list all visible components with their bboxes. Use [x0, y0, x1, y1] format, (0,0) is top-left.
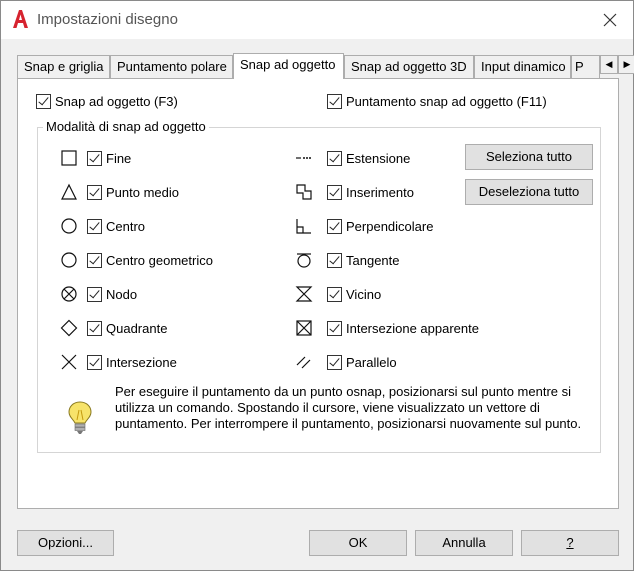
tab-label: Snap ad oggetto — [240, 57, 336, 72]
tab-label: Snap ad oggetto 3D — [351, 59, 467, 74]
mode-label: Perpendicolare — [346, 218, 434, 234]
tab-overflow[interactable]: P — [571, 55, 600, 78]
endpoint-square-icon — [61, 150, 77, 166]
mode-label: Tangente — [346, 252, 400, 268]
clear-all-button[interactable]: Deseleziona tutto — [465, 179, 593, 205]
checkbox-checked — [327, 93, 342, 109]
checkbox-checked — [327, 218, 342, 234]
quadrant-checkbox[interactable]: Quadrante — [87, 318, 167, 338]
mode-label: Intersezione apparente — [346, 320, 479, 336]
midpoint-checkbox[interactable]: Punto medio — [87, 182, 179, 202]
drawing-settings-dialog: Impostazioni disegno Snap e griglia Punt… — [0, 0, 634, 571]
snap-on-checkbox[interactable]: Snap ad oggetto (F3) — [36, 91, 178, 111]
tangent-checkbox[interactable]: Tangente — [327, 250, 400, 270]
autocad-a-icon — [13, 10, 28, 28]
options-button[interactable]: Opzioni... — [17, 530, 114, 556]
checkbox-checked — [87, 218, 102, 234]
center-circle-icon — [61, 218, 77, 234]
help-button[interactable]: ? — [521, 530, 619, 556]
ok-button[interactable]: OK — [309, 530, 407, 556]
mode-label: Centro geometrico — [106, 252, 213, 268]
checkbox-checked — [327, 354, 342, 370]
lightbulb-icon — [68, 401, 92, 434]
object-snap-panel: Snap ad oggetto (F3) Puntamento snap ad … — [17, 78, 619, 509]
close-icon[interactable] — [599, 9, 621, 31]
mode-label: Quadrante — [106, 320, 168, 336]
tracking-on-label: Puntamento snap ad oggetto (F11) — [346, 93, 547, 109]
insertion-icon — [296, 184, 312, 200]
checkbox-checked — [87, 354, 102, 370]
checkbox-checked — [36, 93, 51, 109]
node-icon — [61, 286, 77, 302]
mode-label: Parallelo — [346, 354, 397, 370]
checkbox-checked — [87, 184, 102, 200]
checkbox-checked — [327, 150, 342, 166]
checkbox-checked — [327, 184, 342, 200]
tab-scroll-left-icon[interactable]: ◀ — [600, 55, 618, 74]
parallel-icon — [296, 356, 311, 369]
snap-on-label: Snap ad oggetto (F3) — [55, 93, 178, 109]
perpendicular-checkbox[interactable]: Perpendicolare — [327, 216, 433, 236]
tab-snap-grid[interactable]: Snap e griglia — [17, 55, 110, 78]
center-checkbox[interactable]: Centro — [87, 216, 145, 236]
checkbox-checked — [327, 252, 342, 268]
tab-label: Input dinamico — [481, 59, 566, 74]
checkbox-checked — [87, 286, 102, 302]
tab-scroll-right-icon[interactable]: ▶ — [618, 55, 634, 74]
tab-object-snap[interactable]: Snap ad oggetto — [233, 53, 344, 79]
info-text: Per eseguire il puntamento da un punto o… — [115, 384, 582, 431]
checkbox-checked — [87, 320, 102, 336]
insertion-checkbox[interactable]: Inserimento — [327, 182, 414, 202]
endpoint-checkbox[interactable]: Fine — [87, 148, 131, 168]
tab-scroll: ◀ ▶ — [600, 55, 634, 74]
tab-3d-object-snap[interactable]: Snap ad oggetto 3D — [344, 55, 474, 78]
tab-dynamic-input[interactable]: Input dinamico — [474, 55, 571, 78]
apparent-intersection-checkbox[interactable]: Intersezione apparente — [327, 318, 479, 338]
title-bar: Impostazioni disegno — [1, 1, 633, 39]
mode-label: Fine — [106, 150, 132, 166]
select-all-button[interactable]: Seleziona tutto — [465, 144, 593, 170]
tab-strip: Snap e griglia Puntamento polare Snap ad… — [17, 53, 634, 79]
nearest-checkbox[interactable]: Vicino — [327, 284, 381, 304]
intersection-x-icon — [61, 354, 77, 370]
quadrant-diamond-icon — [60, 319, 78, 337]
mode-label: Punto medio — [106, 184, 179, 200]
checkbox-checked — [327, 286, 342, 302]
checkbox-checked — [87, 150, 102, 166]
geometric-center-checkbox[interactable]: Centro geometrico — [87, 250, 213, 270]
parallel-checkbox[interactable]: Parallelo — [327, 352, 397, 372]
apparent-intersection-icon — [296, 320, 312, 336]
mode-label: Estensione — [346, 150, 411, 166]
mode-label: Vicino — [346, 286, 382, 302]
extension-icon — [296, 157, 311, 159]
mode-label: Intersezione — [106, 354, 177, 370]
checkbox-checked — [87, 252, 102, 268]
nearest-hourglass-icon — [295, 286, 313, 302]
intersection-checkbox[interactable]: Intersezione — [87, 352, 177, 372]
tab-label: P — [575, 59, 584, 74]
window-title: Impostazioni disegno — [37, 11, 178, 28]
group-title: Modalità di snap ad oggetto — [43, 119, 209, 134]
tracking-on-checkbox[interactable]: Puntamento snap ad oggetto (F11) — [327, 91, 547, 111]
mode-label: Centro — [106, 218, 146, 234]
node-checkbox[interactable]: Nodo — [87, 284, 137, 304]
mode-label: Nodo — [106, 286, 138, 302]
cancel-button[interactable]: Annulla — [415, 530, 513, 556]
checkbox-checked — [327, 320, 342, 336]
tab-label: Snap e griglia — [24, 59, 104, 74]
tab-label: Puntamento polare — [117, 59, 227, 74]
tab-polar-tracking[interactable]: Puntamento polare — [110, 55, 233, 78]
perpendicular-icon — [296, 219, 311, 234]
tangent-icon — [297, 253, 311, 268]
extension-checkbox[interactable]: Estensione — [327, 148, 410, 168]
mode-label: Inserimento — [346, 184, 414, 200]
geometric-center-icon — [61, 252, 77, 268]
midpoint-triangle-icon — [61, 183, 77, 200]
